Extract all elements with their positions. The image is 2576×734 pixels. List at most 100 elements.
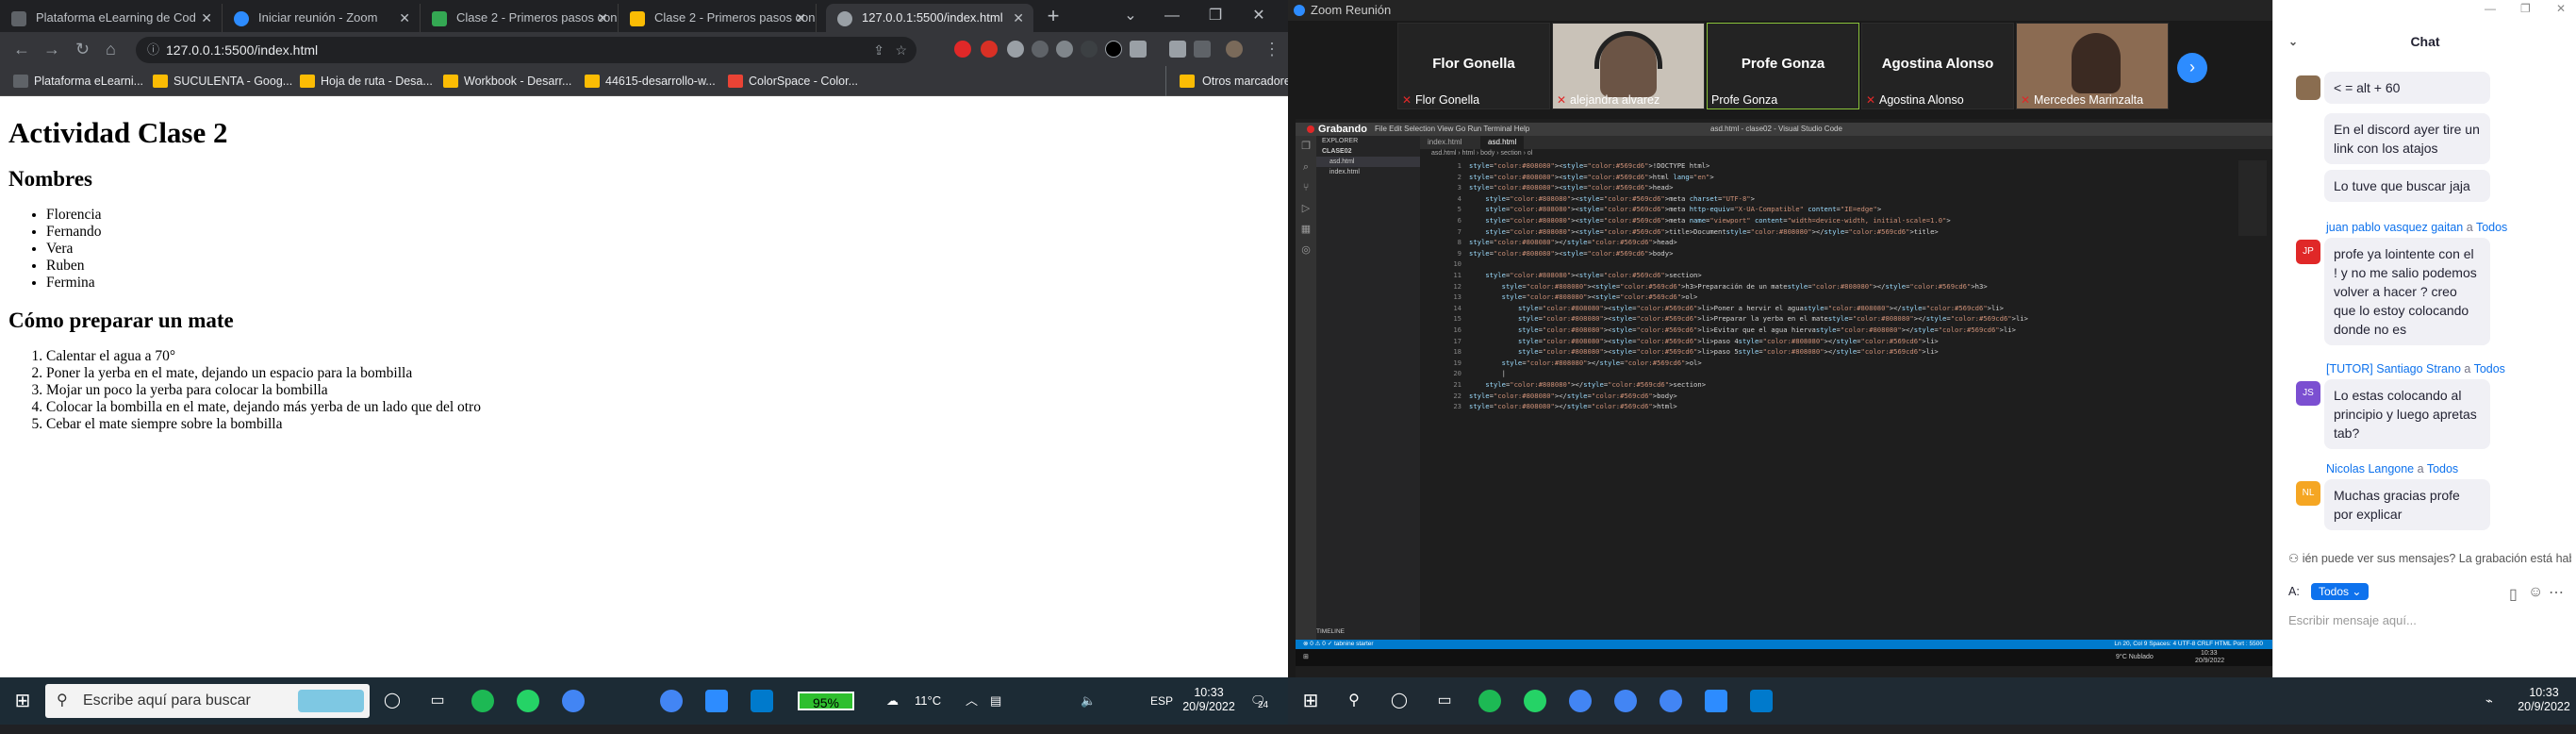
share-icon[interactable]: ⇪ [873, 37, 884, 63]
close-window-icon[interactable]: ✕ [1237, 2, 1280, 30]
timeline-panel: TIMELINE [1316, 628, 1345, 635]
task-view-icon[interactable]: ▭ [1433, 690, 1456, 712]
media-icon[interactable] [1169, 41, 1186, 58]
chrome-icon[interactable] [1569, 690, 1592, 712]
bookmark-item[interactable]: Plataforma eLearni... [13, 66, 143, 96]
chat-message: En el discord ayer tire un link con los … [2324, 113, 2490, 164]
participant-tile[interactable]: ✕ alejandra alvarez [1552, 23, 1705, 109]
tab-clase2-b[interactable]: Clase 2 - Primeros pasos con ✕ [619, 4, 817, 32]
tab-localhost[interactable]: 127.0.0.1:5500/index.html ✕ [826, 4, 1033, 32]
close-icon[interactable]: ✕ [2556, 2, 2566, 15]
chrome-icon[interactable] [562, 690, 585, 712]
task-view-icon[interactable]: ▭ [426, 690, 449, 712]
network-icon[interactable]: ▤ [990, 677, 1001, 725]
close-icon[interactable]: ✕ [201, 4, 212, 32]
participant-tile[interactable]: Profe Gonza Profe Gonza [1707, 23, 1859, 109]
chat-input[interactable]: Escribir mensaje aquí... [2288, 613, 2417, 627]
tray-chevron-icon[interactable]: ︿ [966, 677, 978, 725]
extension-icon[interactable] [1081, 41, 1098, 58]
participant-tile[interactable]: Agostina Alonso ✕ Agostina Alonso [1861, 23, 2014, 109]
code-line: style="color:#808080"><style="color:#569… [1485, 216, 1951, 225]
sidebar-icon[interactable] [1194, 41, 1211, 58]
whatsapp-icon[interactable] [1524, 690, 1546, 712]
cortana-icon[interactable]: ◯ [381, 690, 404, 712]
next-page-button[interactable]: › [2177, 53, 2207, 83]
bookmark-item[interactable]: 44615-desarrollo-w... [585, 66, 716, 96]
weather-icon[interactable]: ☁ [886, 677, 899, 725]
chrome-icon[interactable] [1660, 690, 1682, 712]
tab-clase2-a[interactable]: Clase 2 - Primeros pasos con ✕ [421, 4, 619, 32]
recipient-dropdown[interactable]: Todos ⌄ [2311, 583, 2370, 600]
spotify-icon[interactable] [471, 690, 494, 712]
forward-icon[interactable]: → [43, 40, 60, 58]
bookmark-item[interactable]: Workbook - Desarr... [443, 66, 571, 96]
back-icon[interactable]: ← [13, 40, 30, 58]
menu-icon[interactable]: ⋮ [1263, 40, 1280, 58]
search-icon[interactable]: ⚲ [1343, 690, 1365, 712]
tab-search-icon[interactable]: ⌄ [1109, 2, 1152, 30]
tab-plataforma[interactable]: Plataforma eLearning de Cod ✕ [0, 4, 223, 32]
lang-indicator[interactable]: ESP [1150, 677, 1173, 725]
star-icon[interactable]: ☆ [895, 37, 907, 63]
cortana-icon[interactable]: ◯ [1388, 690, 1411, 712]
code-line: style="color:#808080"></style="color:#56… [1485, 380, 1707, 389]
close-icon[interactable]: ✕ [1013, 4, 1024, 32]
search-input[interactable]: ⚲ Escribe aquí para buscar [45, 684, 370, 718]
avatar[interactable] [1226, 41, 1243, 58]
vscode-icon[interactable] [1750, 690, 1773, 712]
clock[interactable]: 10:33 20/9/2022 [2514, 686, 2574, 714]
battery-indicator[interactable]: 95% [798, 692, 854, 710]
chevron-down-icon[interactable]: ⌄ [2288, 28, 2298, 55]
vscode-icon[interactable] [751, 690, 773, 712]
restore-icon[interactable]: ❐ [2520, 2, 2531, 15]
puzzle-icon[interactable] [1130, 41, 1147, 58]
minimize-icon[interactable]: — [2485, 2, 2496, 15]
adblock-extension-icon[interactable] [981, 41, 998, 58]
close-icon[interactable]: ✕ [597, 4, 608, 32]
bookmark-item[interactable]: SUCULENTA - Goog... [153, 66, 292, 96]
extension-icon[interactable] [1032, 41, 1049, 58]
editor-tab: asd.html [1480, 136, 1525, 149]
chat-privacy-note[interactable]: ⚇ ién puede ver sus mensajes? La grabaci… [2288, 551, 2571, 565]
volume-icon[interactable]: 🔈 [1081, 677, 1096, 725]
close-icon[interactable]: ✕ [399, 4, 410, 32]
code-line: style="color:#808080"><style="color:#569… [1485, 205, 1882, 214]
more-icon[interactable]: ⋯ [2549, 583, 2564, 602]
chat-message: Lo estas colocando al principio y luego … [2324, 379, 2490, 449]
reload-icon[interactable]: ↻ [75, 40, 90, 58]
participant-tile[interactable]: Flor Gonella ✕ Flor Gonella [1397, 23, 1550, 109]
clock[interactable]: 10:33 20/9/2022 [1179, 686, 1239, 714]
emoji-icon[interactable]: ☺ [2528, 584, 2543, 601]
new-tab-button[interactable]: + [1032, 2, 1075, 30]
avatar: NL [2296, 481, 2320, 506]
file-icon[interactable]: ▯ [2509, 585, 2518, 604]
tab-zoom[interactable]: Iniciar reunión - Zoom ✕ [223, 4, 421, 32]
zoom-icon[interactable] [705, 690, 728, 712]
windows-icon[interactable]: ⊞ [1299, 690, 1322, 712]
restore-icon[interactable]: ❐ [1194, 2, 1237, 30]
bookmark-item[interactable]: ColorSpace - Color... [728, 66, 858, 96]
minimize-icon[interactable]: — [1150, 2, 1194, 30]
other-bookmarks[interactable]: Otros marcadores [1165, 66, 1288, 96]
drive-icon [153, 75, 168, 88]
chrome-icon[interactable] [660, 690, 683, 712]
participant-tile[interactable]: ✕ Mercedes Marinzalta [2016, 23, 2169, 109]
address-bar[interactable]: ⓘ 127.0.0.1:5500/index.html ⇪ ☆ [136, 37, 916, 63]
zoom-icon [1294, 5, 1305, 16]
whatsapp-icon[interactable] [517, 690, 539, 712]
list-item: Mojar un poco la yerba para colocar la b… [46, 382, 1280, 399]
chrome-icon[interactable] [1614, 690, 1637, 712]
windows-icon[interactable]: ⊞ [11, 690, 34, 712]
temperature[interactable]: 11°C [915, 677, 941, 725]
close-icon[interactable]: ✕ [795, 4, 806, 32]
zoom-icon[interactable] [1705, 690, 1727, 712]
run-icon: ▷ [1301, 203, 1311, 214]
extension-icon[interactable] [1007, 41, 1024, 58]
spotify-icon[interactable] [1478, 690, 1501, 712]
tiktok-icon[interactable] [1105, 41, 1122, 58]
extension-icon[interactable] [1056, 41, 1073, 58]
home-icon[interactable]: ⌂ [106, 40, 116, 58]
bookmark-item[interactable]: Hoja de ruta - Desa... [300, 66, 433, 96]
network-icon[interactable]: ⌁ [2485, 677, 2493, 725]
opera-extension-icon[interactable] [954, 41, 971, 58]
